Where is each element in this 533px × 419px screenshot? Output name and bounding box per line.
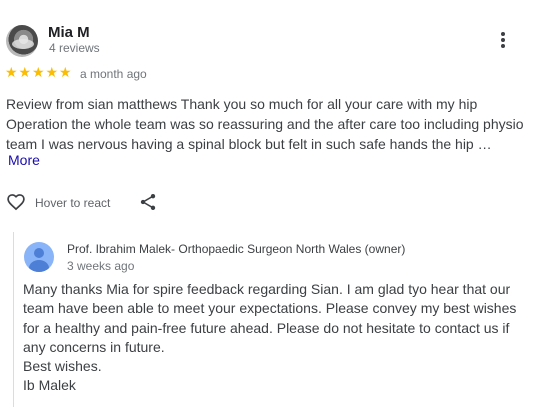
reaction-bar: Hover to react (6, 192, 206, 214)
reviewer-review-count: 4 reviews (49, 41, 100, 55)
reply-text-line: for a healthy and pain-free future ahead… (23, 319, 510, 336)
review-text-line: Operation the whole team was so reassuri… (6, 116, 524, 132)
star-rating: ★ ★ ★ ★ ★ (5, 65, 73, 81)
heart-outline-icon[interactable] (6, 192, 26, 212)
star-icon: ★ (18, 65, 32, 81)
reply-text-line: Ib Malek (23, 377, 76, 394)
review-text: Review from sian matthews Thank you so m… (6, 94, 528, 154)
owner-name: Prof. Ibrahim Malek- Orthopaedic Surgeon… (67, 242, 406, 256)
more-vert-icon[interactable] (496, 29, 512, 51)
reviewer-name[interactable]: Mia M (48, 24, 90, 41)
reviewer-avatar[interactable] (6, 25, 38, 57)
star-icon: ★ (5, 65, 18, 81)
reply-text-line: any concerns in future. (23, 338, 165, 355)
review-card: Mia M 4 reviews ★ ★ ★ ★ ★ a month ago Re… (0, 0, 533, 419)
star-icon: ★ (32, 65, 45, 81)
owner-reply-date: 3 weeks ago (67, 259, 135, 273)
owner-avatar (24, 242, 54, 272)
more-link[interactable]: More (8, 152, 40, 168)
owner-reply: Prof. Ibrahim Malek- Orthopaedic Surgeon… (13, 232, 528, 407)
star-icon: ★ (45, 65, 59, 81)
reply-text-line: team have been able to meet your expecta… (23, 300, 517, 317)
reply-text-line: Best wishes. (23, 358, 102, 375)
owner-reply-text: Many thanks Mia for spire feedback regar… (23, 280, 523, 396)
review-text-line: Review from sian matthews Thank you so m… (6, 96, 478, 112)
share-icon[interactable] (138, 192, 158, 212)
review-text-line: team I was nervous having a spinal block… (6, 136, 492, 152)
react-label[interactable]: Hover to react (35, 196, 110, 210)
star-icon: ★ (59, 65, 72, 81)
reply-text-line: Many thanks Mia for spire feedback regar… (23, 281, 511, 297)
review-date: a month ago (80, 67, 147, 81)
